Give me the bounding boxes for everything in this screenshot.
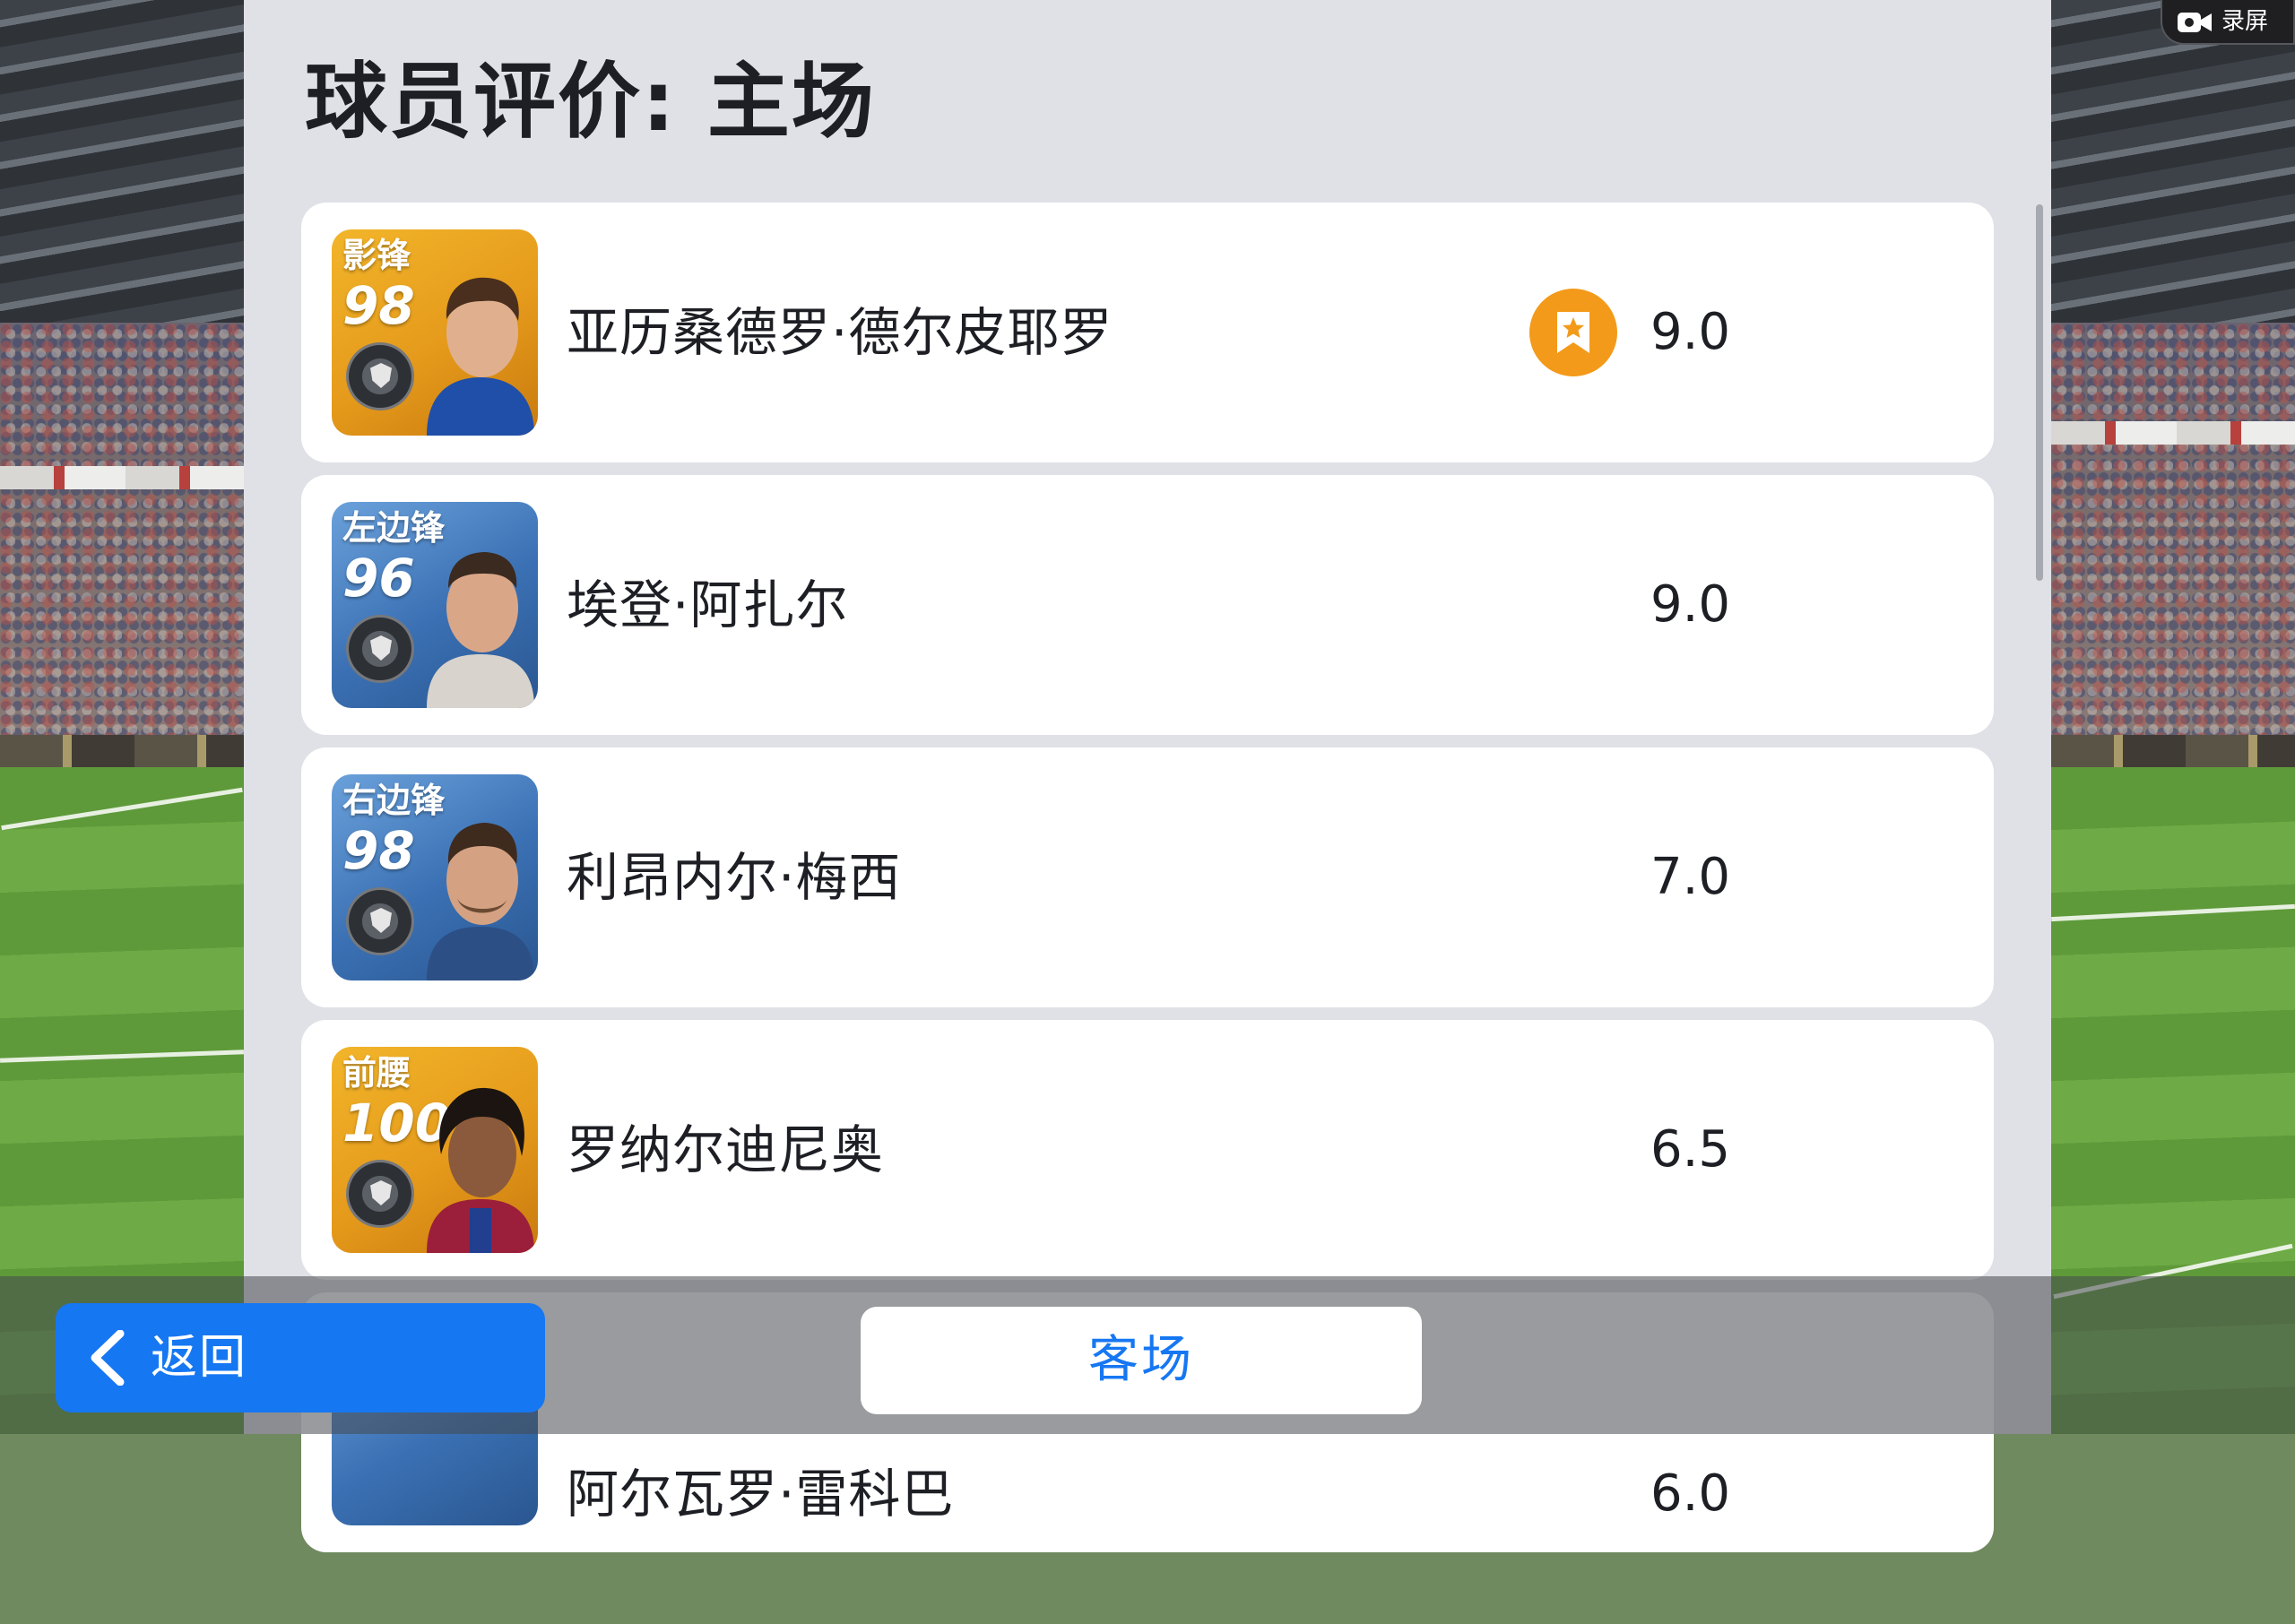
player-portrait — [427, 552, 534, 708]
stadium-crowd — [0, 323, 244, 753]
stadium-crowd — [2051, 323, 2295, 753]
player-portrait — [427, 1087, 534, 1253]
stadium-background-left — [0, 0, 244, 1434]
player-card[interactable]: 右边锋 98 — [332, 774, 538, 980]
player-ratings-panel: 球员评价: 主场 影锋 98 亚历桑德罗·德尔皮耶罗 9.0 左边锋 96 埃登… — [244, 0, 2051, 1552]
bookmark-star-icon — [1557, 312, 1589, 353]
stadium-roof — [0, 0, 244, 332]
player-position: 前腰 — [342, 1053, 411, 1093]
player-of-the-match-badge — [1529, 289, 1617, 376]
player-name: 埃登·阿扎尔 — [567, 574, 849, 635]
ad-board-pitchside — [2051, 735, 2295, 767]
page-title: 球员评价: 主场 — [305, 54, 876, 150]
away-team-button-label: 客场 — [1088, 1331, 1194, 1389]
player-overall-rating: 98 — [342, 820, 415, 881]
match-rating-score: 7.0 — [1650, 848, 1731, 906]
player-row[interactable]: 影锋 98 亚历桑德罗·德尔皮耶罗 9.0 — [301, 203, 1994, 462]
player-name: 罗纳尔迪尼奥 — [567, 1119, 885, 1180]
pitch-line — [0, 1050, 244, 1063]
back-button[interactable]: 返回 — [56, 1303, 545, 1412]
player-card[interactable]: 左边锋 96 — [332, 502, 538, 708]
player-card[interactable]: 前腰 100 — [332, 1047, 538, 1253]
shield-badge-icon — [346, 615, 414, 683]
player-name: 亚历桑德罗·德尔皮耶罗 — [567, 302, 1113, 363]
ad-board — [2051, 421, 2295, 445]
player-portrait — [427, 823, 534, 980]
video-camera-icon — [2178, 13, 2212, 32]
player-portrait — [427, 277, 534, 436]
player-overall-rating: 96 — [342, 548, 415, 609]
ad-board-pitchside — [0, 735, 244, 767]
stadium-roof — [2051, 0, 2295, 332]
stadium-background-right — [2051, 0, 2295, 1434]
player-row[interactable]: 前腰 100 罗纳尔迪尼奥 6.5 — [301, 1020, 1994, 1280]
player-row[interactable]: 右边锋 98 利昂内尔·梅西 7.0 — [301, 747, 1994, 1007]
player-name: 利昂内尔·梅西 — [567, 847, 902, 908]
shield-badge-icon — [346, 1160, 414, 1228]
player-card[interactable]: 影锋 98 — [332, 229, 538, 436]
chevron-left-icon — [91, 1330, 125, 1386]
away-team-button[interactable]: 客场 — [861, 1307, 1422, 1414]
ad-board — [0, 466, 244, 489]
match-rating-score: 6.5 — [1650, 1120, 1731, 1179]
shield-badge-icon — [346, 887, 414, 955]
match-rating-score: 9.0 — [1650, 575, 1731, 634]
player-overall-rating: 98 — [342, 275, 415, 336]
player-row[interactable]: 左边锋 96 埃登·阿扎尔 9.0 — [301, 475, 1994, 735]
pitch-line — [1, 787, 243, 831]
back-button-label: 返回 — [151, 1331, 248, 1385]
list-scrollbar[interactable] — [2036, 204, 2043, 581]
player-position: 影锋 — [342, 236, 411, 275]
shield-badge-icon — [346, 342, 414, 410]
screen-record-button[interactable]: 录屏 — [2161, 0, 2295, 45]
screen-record-label: 录屏 — [2221, 8, 2269, 35]
pitch-line — [2051, 903, 2295, 922]
match-rating-score: 9.0 — [1650, 303, 1731, 361]
